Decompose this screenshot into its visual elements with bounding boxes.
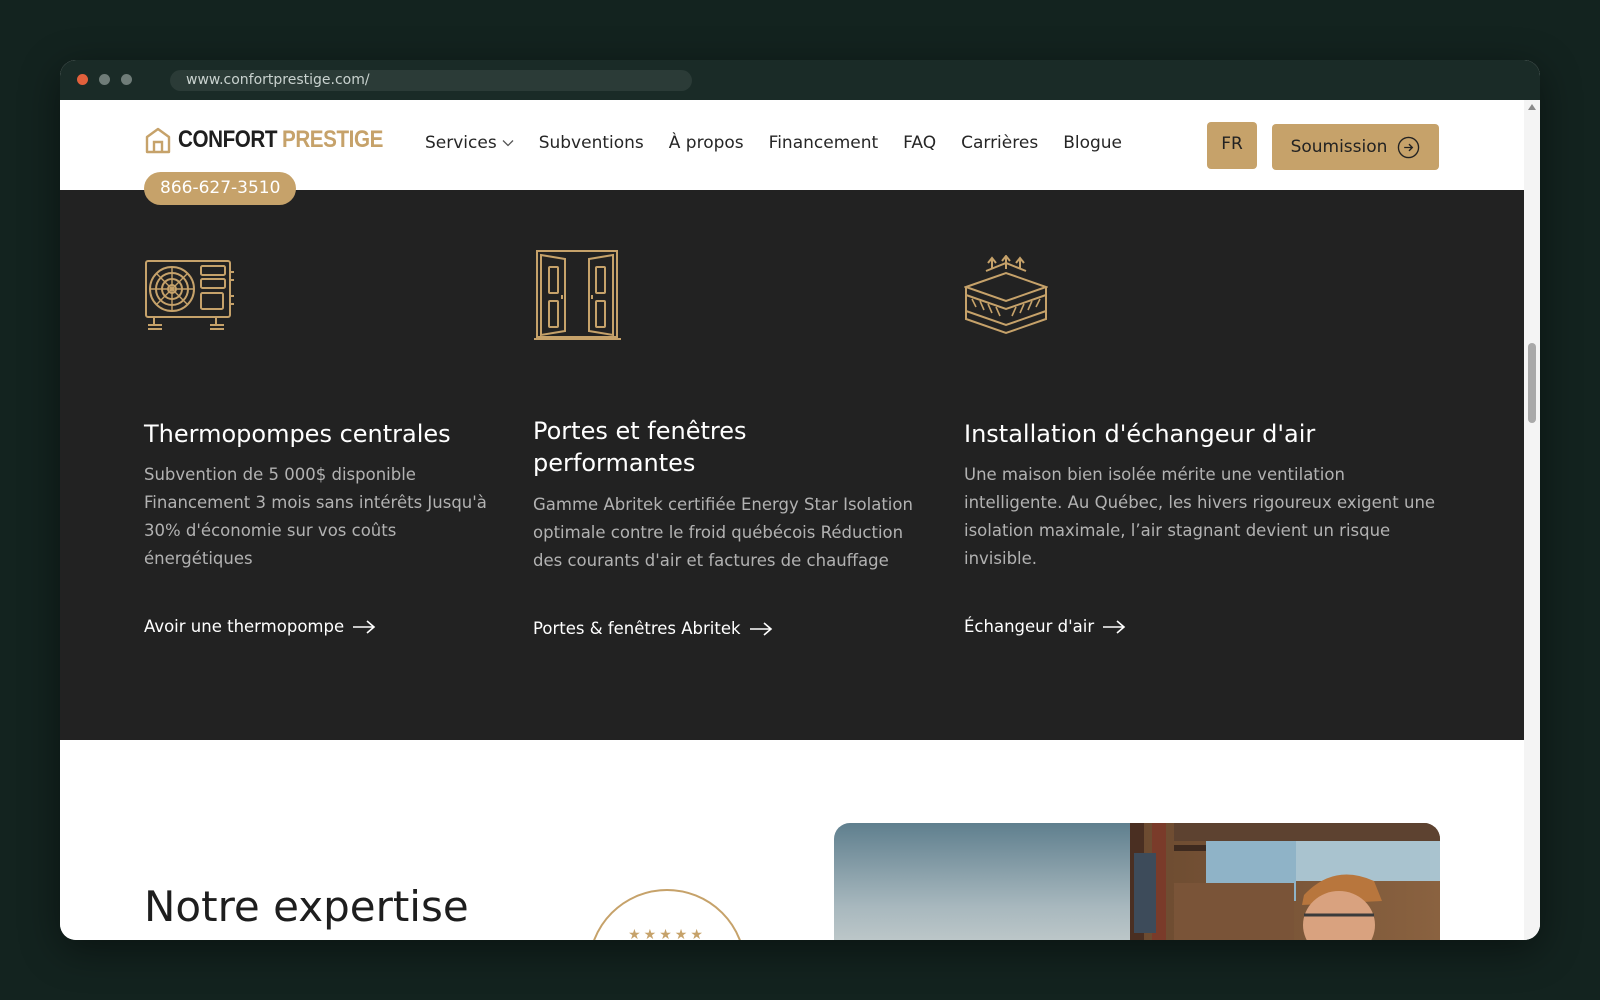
arrow-circle-right-icon — [1398, 136, 1420, 158]
browser-window: www.confortprestige.com/ CONFORT PRESTIG… — [60, 60, 1540, 940]
logo-word-confort: CONFORT — [178, 126, 278, 153]
language-button[interactable]: FR — [1207, 122, 1257, 169]
minimize-window-dot[interactable] — [99, 74, 110, 85]
expertise-heading: Notre expertise — [144, 882, 469, 931]
logo-word-prestige: PRESTIGE — [282, 126, 384, 153]
nav-item-carrieres[interactable]: Carrières — [961, 133, 1038, 153]
worker-photo-image — [834, 823, 1440, 940]
services-section: Thermopompes centrales Subvention de 5 0… — [60, 190, 1524, 740]
service-card-link-label: Échangeur d'air — [964, 617, 1095, 636]
nav-item-label: FAQ — [903, 133, 937, 153]
nav-item-financement[interactable]: Financement — [769, 133, 879, 153]
service-card-link[interactable]: Échangeur d'air — [964, 617, 1126, 636]
page-viewport: CONFORT PRESTIGE Services Subventions À … — [60, 100, 1540, 940]
phone-number-badge[interactable]: 866-627-3510 — [144, 172, 297, 205]
nav-item-blogue[interactable]: Blogue — [1063, 133, 1122, 153]
nav-item-label: Financement — [768, 133, 879, 153]
nav-item-label: À propos — [668, 133, 744, 153]
service-card-title: Installation d'échangeur d'air — [964, 420, 1316, 448]
close-window-dot[interactable] — [77, 74, 88, 85]
rating-seal: ★★★★★ — [588, 889, 746, 940]
nav-item-label: Carrières — [961, 133, 1039, 153]
nav-item-services[interactable]: Services — [425, 133, 514, 153]
rating-stars: ★★★★★ — [628, 927, 706, 940]
chevron-down-icon — [502, 140, 514, 147]
soumission-label: Soumission — [1290, 137, 1388, 157]
service-card-echangeur: Installation d'échangeur d'air Une maiso… — [60, 190, 1524, 740]
scroll-up-arrow-icon[interactable] — [1528, 104, 1536, 110]
service-card-description: Une maison bien isolée mérite une ventil… — [964, 465, 1436, 568]
site-logo[interactable]: CONFORT PRESTIGE — [144, 126, 400, 154]
worker-photo — [834, 823, 1440, 940]
arrow-right-icon — [1103, 619, 1126, 634]
soumission-button[interactable]: Soumission — [1272, 124, 1439, 170]
nav-item-a-propos[interactable]: À propos — [669, 133, 744, 153]
house-logo-icon — [145, 127, 171, 154]
nav-item-label: Services — [425, 133, 497, 153]
nav-item-label: Blogue — [1063, 133, 1122, 153]
browser-titlebar: www.confortprestige.com/ — [60, 60, 1540, 100]
page-scrollbar[interactable] — [1524, 100, 1540, 940]
insulation-icon — [964, 255, 1048, 337]
scrollbar-thumb[interactable] — [1528, 343, 1536, 423]
maximize-window-dot[interactable] — [121, 74, 132, 85]
main-nav: Services Subventions À propos Financemen… — [425, 133, 1147, 153]
address-bar[interactable]: www.confortprestige.com/ — [170, 70, 692, 91]
nav-item-subventions[interactable]: Subventions — [539, 133, 644, 153]
nav-item-faq[interactable]: FAQ — [903, 133, 936, 153]
nav-item-label: Subventions — [538, 133, 644, 153]
